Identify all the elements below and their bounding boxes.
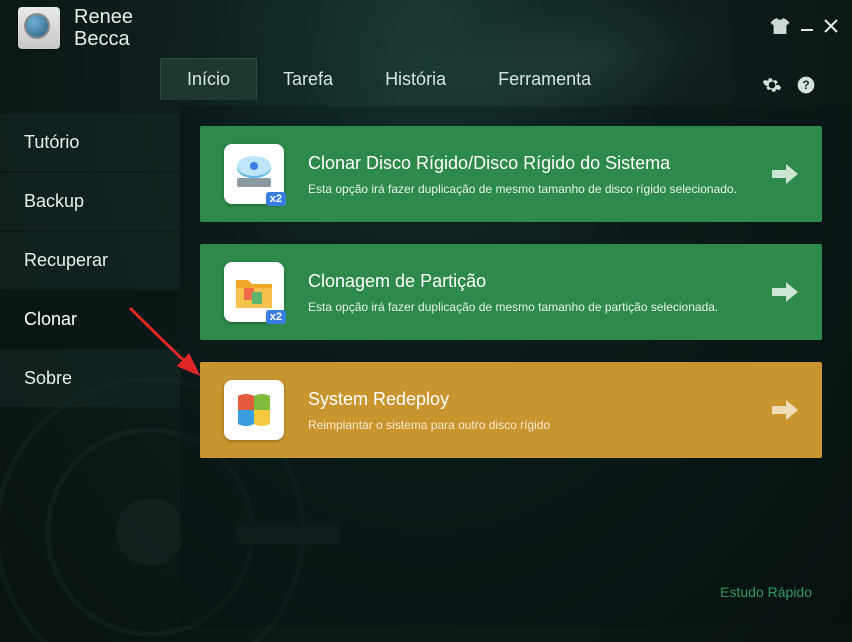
nav-tab-ferramenta[interactable]: Ferramenta xyxy=(472,59,617,100)
badge-x2: x2 xyxy=(266,310,286,324)
main-nav: Início Tarefa História Ferramenta ? xyxy=(0,58,852,100)
card-text: System Redeploy Reimplantar o sistema pa… xyxy=(308,389,772,432)
card-clone-partition[interactable]: x2 Clonagem de Partição Esta opção irá f… xyxy=(200,244,822,340)
nav-tab-tarefa[interactable]: Tarefa xyxy=(257,59,359,100)
settings-icon[interactable] xyxy=(762,75,782,100)
window-controls xyxy=(770,18,838,39)
sidebar: Tutório Backup Recuperar Clonar Sobre xyxy=(0,106,180,626)
disk-clone-icon: x2 xyxy=(224,144,284,204)
card-system-redeploy[interactable]: System Redeploy Reimplantar o sistema pa… xyxy=(200,362,822,458)
quick-study-link[interactable]: Estudo Rápido xyxy=(720,584,812,600)
card-text: Clonagem de Partição Esta opção irá faze… xyxy=(308,271,772,314)
arrow-right-icon xyxy=(772,164,798,184)
card-desc: Reimplantar o sistema para outro disco r… xyxy=(308,418,772,432)
nav-right-icons: ? xyxy=(762,75,822,100)
sidebar-item-recuperar[interactable]: Recuperar xyxy=(0,232,180,289)
card-title: Clonar Disco Rígido/Disco Rígido do Sist… xyxy=(308,153,772,174)
app-window: Renee Becca Início Tarefa História Ferra… xyxy=(0,0,852,642)
card-clone-disk[interactable]: x2 Clonar Disco Rígido/Disco Rígido do S… xyxy=(200,126,822,222)
app-title-line1: Renee xyxy=(74,6,133,28)
badge-x2: x2 xyxy=(266,192,286,206)
arrow-right-icon xyxy=(772,400,798,420)
arrow-right-icon xyxy=(772,282,798,302)
app-title: Renee Becca xyxy=(74,6,133,50)
svg-text:?: ? xyxy=(802,79,809,92)
main-panel: x2 Clonar Disco Rígido/Disco Rígido do S… xyxy=(180,106,852,626)
skin-icon[interactable] xyxy=(770,18,790,39)
nav-tab-historia[interactable]: História xyxy=(359,59,472,100)
nav-tab-inicio[interactable]: Início xyxy=(160,58,257,100)
partition-clone-icon: x2 xyxy=(224,262,284,322)
card-text: Clonar Disco Rígido/Disco Rígido do Sist… xyxy=(308,153,772,196)
windows-icon xyxy=(224,380,284,440)
card-title: Clonagem de Partição xyxy=(308,271,772,292)
card-desc: Esta opção irá fazer duplicação de mesmo… xyxy=(308,182,772,196)
content-area: Tutório Backup Recuperar Clonar Sobre x2 xyxy=(0,106,852,626)
sidebar-item-backup[interactable]: Backup xyxy=(0,173,180,230)
minimize-button[interactable] xyxy=(800,19,814,38)
sidebar-item-sobre[interactable]: Sobre xyxy=(0,350,180,407)
card-desc: Esta opção irá fazer duplicação de mesmo… xyxy=(308,300,772,314)
close-button[interactable] xyxy=(824,19,838,38)
help-icon[interactable]: ? xyxy=(796,75,816,100)
title-bar: Renee Becca xyxy=(0,0,852,54)
app-title-line2: Becca xyxy=(74,28,133,50)
sidebar-item-tutorio[interactable]: Tutório xyxy=(0,114,180,171)
card-title: System Redeploy xyxy=(308,389,772,410)
sidebar-item-clonar[interactable]: Clonar xyxy=(0,291,180,348)
app-logo-icon xyxy=(18,7,60,49)
